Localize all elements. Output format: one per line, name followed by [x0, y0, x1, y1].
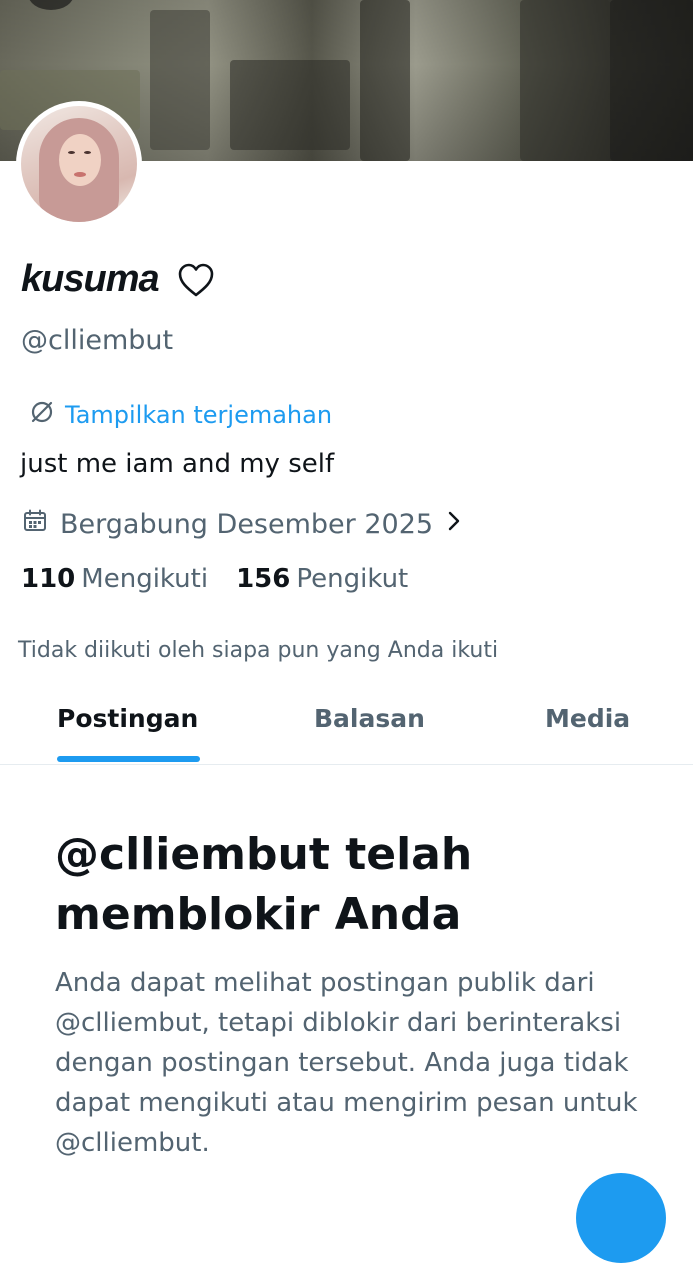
chevron-right-icon — [447, 509, 461, 540]
profile-tabs: Postingan Balasan Media — [0, 690, 693, 765]
followers-stat[interactable]: 156 Pengikut — [236, 564, 408, 594]
blocked-message: Anda dapat melihat postingan publik dari… — [55, 968, 638, 1158]
joined-label: Bergabung Desember 2025 — [60, 508, 434, 540]
profile-bio: just me iam and my self — [20, 449, 335, 479]
display-name: kusuma — [21, 258, 160, 300]
active-tab-indicator — [57, 756, 200, 762]
following-label: Mengikuti — [81, 564, 209, 594]
compose-button[interactable] — [576, 1173, 666, 1263]
not-followed-note: Tidak diikuti oleh siapa pun yang Anda i… — [18, 638, 499, 663]
translate-label: Tampilkan terjemahan — [65, 401, 333, 429]
translate-icon — [29, 399, 65, 431]
tab-media[interactable]: Media — [545, 704, 630, 733]
profile-stats: 110 Mengikuti 156 Pengikut — [21, 564, 436, 594]
avatar[interactable] — [16, 101, 142, 227]
tab-postingan[interactable]: Postingan — [57, 704, 198, 733]
profile-handle: @clliembut — [21, 325, 174, 356]
heart-outline-icon — [177, 262, 215, 298]
following-stat[interactable]: 110 Mengikuti — [21, 564, 208, 594]
joined-date[interactable]: Bergabung Desember 2025 — [22, 506, 461, 542]
following-count: 110 — [21, 564, 76, 594]
followers-label: Pengikut — [296, 564, 409, 594]
avatar-image — [21, 106, 137, 222]
translate-link[interactable]: Tampilkan terjemahan — [29, 400, 332, 430]
tab-balasan[interactable]: Balasan — [314, 704, 425, 733]
followers-count: 156 — [236, 564, 291, 594]
calendar-icon — [22, 508, 48, 541]
blocked-title: @clliembut telah memblokir Anda — [55, 829, 473, 940]
